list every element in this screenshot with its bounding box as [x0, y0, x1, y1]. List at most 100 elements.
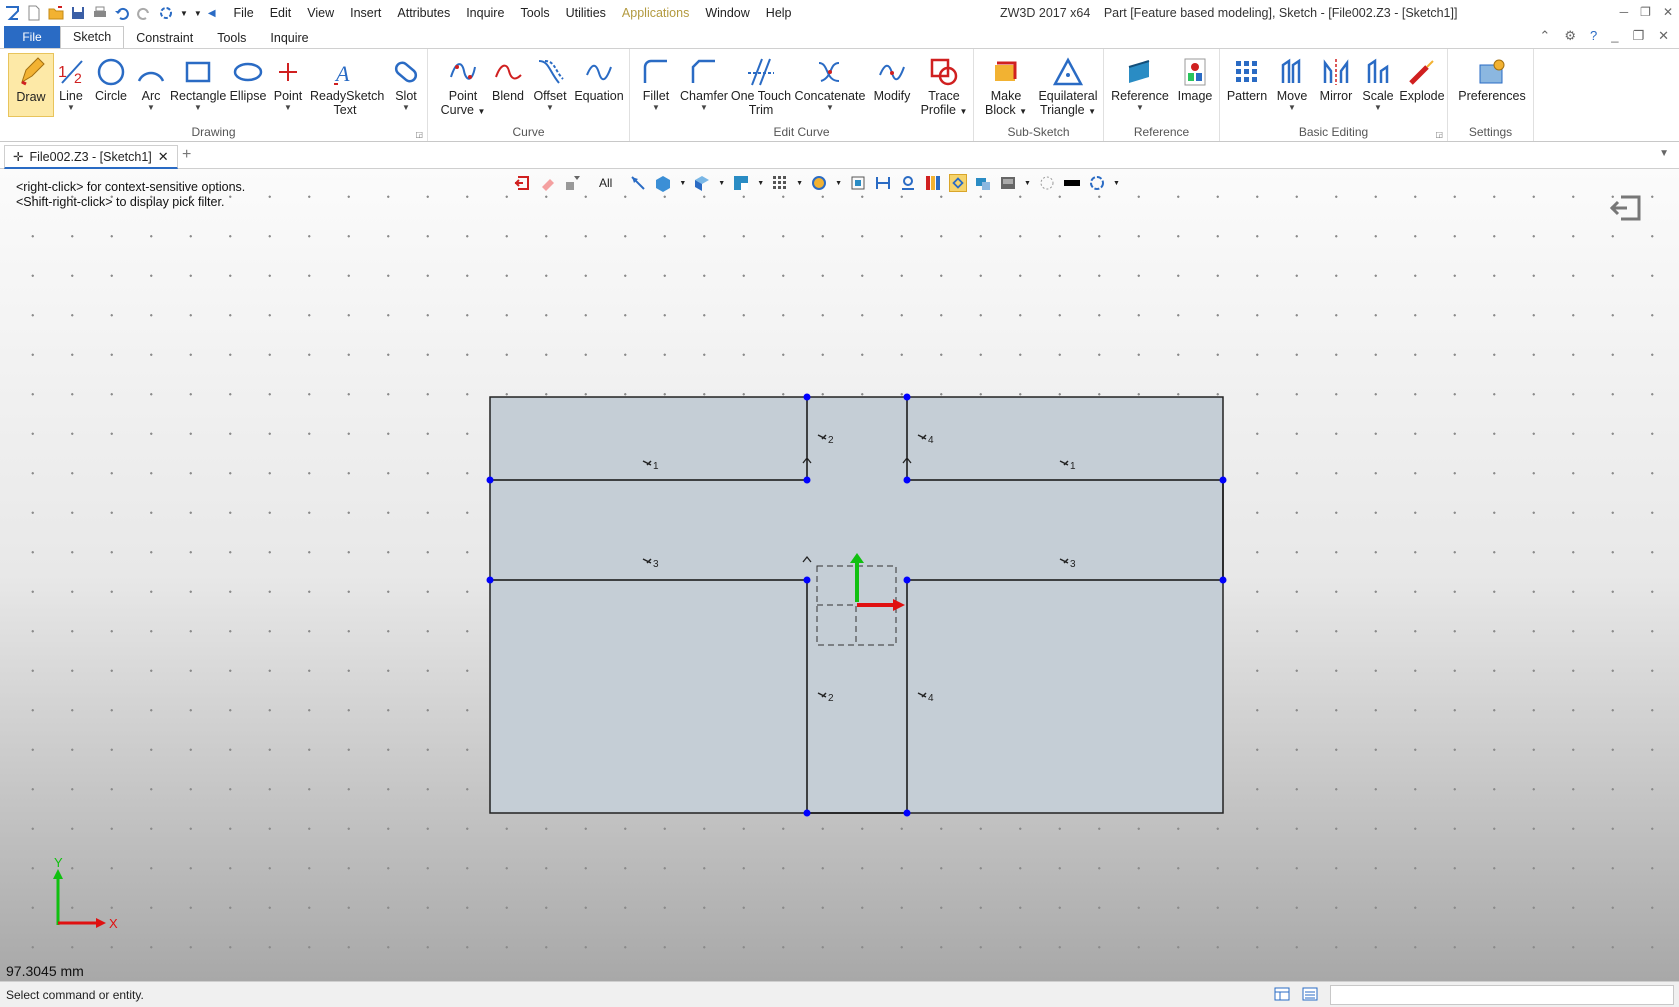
svg-text:3: 3	[653, 559, 659, 570]
axis-x-label: X	[109, 916, 118, 931]
sketch-point[interactable]	[903, 476, 911, 484]
ribbon-tab-bar: File Sketch Constraint Tools Inquire ⌃ ⚙…	[0, 26, 1679, 48]
sketch-point[interactable]	[803, 476, 811, 484]
explode-button[interactable]: Explode	[1398, 53, 1446, 103]
sketch-point[interactable]	[486, 476, 494, 484]
dialog-launcher-icon[interactable]: ◲	[415, 130, 423, 139]
product-name: ZW3D 2017 x64	[1000, 6, 1091, 20]
equilateral-triangle-button[interactable]: Equilateral Triangle ▼	[1034, 53, 1102, 119]
equation-button[interactable]: Equation	[572, 53, 626, 103]
point-button[interactable]: Point ▼	[270, 53, 306, 113]
customize-icon[interactable]: ▼	[194, 9, 202, 18]
group-label-drawing: Drawing	[191, 125, 236, 139]
move-icon	[1281, 58, 1301, 83]
back-arrow-icon[interactable]: ◀	[208, 8, 216, 19]
sketch-point[interactable]	[903, 809, 911, 817]
image-button[interactable]: Image	[1174, 53, 1216, 103]
dialog-launcher-icon[interactable]: ◲	[1435, 130, 1443, 139]
menu-attributes[interactable]: Attributes	[389, 1, 458, 25]
sketch-plus-icon: ✛	[13, 150, 24, 164]
sketch-point[interactable]	[903, 393, 911, 401]
graphics-viewport[interactable]: All ▼ ▼ ▼ ▼ ▼ ▼ ▼ <right-click> for cont…	[0, 169, 1679, 981]
regen-icon[interactable]	[158, 5, 174, 21]
tab-sketch[interactable]: Sketch	[60, 26, 125, 48]
scale-button[interactable]: Scale ▼	[1360, 53, 1396, 113]
tab-tools[interactable]: Tools	[205, 28, 258, 48]
trace-profile-button[interactable]: Trace Profile ▼	[920, 53, 968, 119]
group-reference: Reference ▼ Image Reference	[1104, 49, 1220, 141]
new-file-icon[interactable]	[26, 5, 42, 21]
menu-inquire[interactable]: Inquire	[458, 1, 512, 25]
sketch-point[interactable]	[803, 576, 811, 584]
restore-icon[interactable]: ❐	[1640, 0, 1651, 24]
concatenate-button[interactable]: Concatenate ▼	[794, 53, 866, 113]
one-touch-trim-button[interactable]: One Touch Trim	[730, 53, 792, 117]
print-icon[interactable]	[92, 5, 108, 21]
pattern-button[interactable]: Pattern	[1224, 53, 1270, 103]
group-label-basic-editing: Basic Editing	[1298, 125, 1369, 139]
menu-file[interactable]: File	[226, 1, 262, 25]
sketch-point[interactable]	[1219, 576, 1227, 584]
measure-readout: 97.3045 mm	[6, 963, 84, 979]
status-list-icon[interactable]	[1301, 986, 1319, 1002]
offset-button[interactable]: Offset ▼	[530, 53, 570, 113]
move-button[interactable]: Move ▼	[1272, 53, 1312, 113]
gear-icon[interactable]: ⚙	[1564, 28, 1576, 44]
preferences-button[interactable]: Preferences	[1454, 53, 1530, 103]
rectangle-button[interactable]: Rectangle ▼	[170, 53, 226, 113]
point-curve-button[interactable]: Point Curve ▼	[440, 53, 486, 119]
menu-insert[interactable]: Insert	[342, 1, 389, 25]
sketch-point[interactable]	[486, 576, 494, 584]
tab-file[interactable]: File	[4, 26, 60, 48]
group-label-settings: Settings	[1468, 125, 1513, 139]
mdi-restore-icon[interactable]: ❐	[1632, 28, 1644, 44]
document-title: Part [Feature based modeling], Sketch - …	[1103, 6, 1458, 20]
status-table-icon[interactable]	[1273, 986, 1291, 1002]
tab-inquire[interactable]: Inquire	[258, 28, 320, 48]
make-block-button[interactable]: Make Block ▼	[982, 53, 1030, 119]
chamfer-button[interactable]: Chamfer ▼	[678, 53, 730, 113]
collapse-ribbon-icon[interactable]: ⌃	[1539, 28, 1550, 44]
menu-utilities[interactable]: Utilities	[558, 1, 614, 25]
dropdown-icon[interactable]: ▼	[180, 9, 188, 18]
reference-button[interactable]: Reference ▼	[1110, 53, 1170, 113]
ellipse-button[interactable]: Ellipse	[228, 53, 268, 103]
sketch-point[interactable]	[903, 576, 911, 584]
modify-button[interactable]: Modify	[868, 53, 916, 103]
redo-icon[interactable]	[136, 5, 152, 21]
menu-window[interactable]: Window	[697, 1, 757, 25]
readysketch-text-button[interactable]: A ReadySketch Text	[310, 53, 384, 117]
mdi-minimize-icon[interactable]: _	[1611, 28, 1618, 44]
open-folder-icon[interactable]	[48, 5, 64, 21]
help-icon[interactable]: ?	[1590, 28, 1597, 44]
menu-help[interactable]: Help	[758, 1, 800, 25]
sketch-point[interactable]	[1219, 476, 1227, 484]
line-button[interactable]: 12 Line ▼	[54, 53, 88, 113]
circle-button[interactable]: Circle	[92, 53, 130, 103]
sketch-point[interactable]	[803, 393, 811, 401]
menu-view[interactable]: View	[299, 1, 342, 25]
slot-button[interactable]: Slot ▼	[390, 53, 422, 113]
command-input[interactable]	[1330, 985, 1674, 1005]
tab-list-icon[interactable]: ▼	[1659, 148, 1669, 159]
mdi-close-icon[interactable]: ✕	[1658, 28, 1669, 44]
fillet-button[interactable]: Fillet ▼	[636, 53, 676, 113]
close-tab-icon[interactable]: ✕	[158, 149, 169, 165]
arc-button[interactable]: Arc ▼	[134, 53, 168, 113]
mirror-button[interactable]: Mirror	[1314, 53, 1358, 103]
blend-button[interactable]: Blend	[488, 53, 528, 103]
menu-edit[interactable]: Edit	[262, 1, 300, 25]
minimize-icon[interactable]: ─	[1620, 0, 1629, 24]
document-tab[interactable]: ✛ File002.Z3 - [Sketch1] ✕	[4, 145, 178, 169]
sketch-point[interactable]	[803, 809, 811, 817]
close-icon[interactable]: ✕	[1663, 0, 1673, 24]
draw-button[interactable]: Draw	[8, 53, 54, 117]
menu-tools[interactable]: Tools	[512, 1, 557, 25]
tab-constraint[interactable]: Constraint	[124, 28, 205, 48]
menu-applications[interactable]: Applications	[614, 1, 697, 25]
new-tab-icon[interactable]: +	[182, 146, 191, 164]
circle-icon	[97, 58, 125, 86]
undo-icon[interactable]	[114, 5, 130, 21]
app-logo-icon[interactable]	[4, 5, 20, 21]
save-icon[interactable]	[70, 5, 86, 21]
